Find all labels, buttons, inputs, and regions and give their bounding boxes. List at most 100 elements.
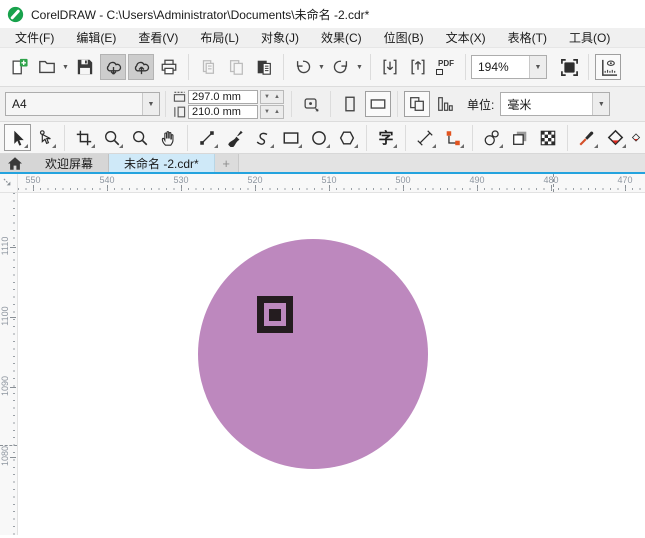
connector-tool[interactable]: [440, 124, 467, 151]
menu-tools[interactable]: 工具(O): [558, 28, 621, 48]
auto-fit-page-button[interactable]: [298, 91, 324, 117]
vruler-label: 1090: [0, 375, 10, 397]
portrait-orientation-button[interactable]: [337, 91, 363, 117]
current-page-button[interactable]: [432, 91, 458, 117]
eyedropper-icon: [579, 130, 594, 146]
circle-shape[interactable]: [198, 239, 428, 469]
page-size-dropdown-arrow[interactable]: ▼: [142, 93, 159, 115]
zoom-out-tool[interactable]: [127, 124, 154, 151]
menu-edit[interactable]: 编辑(E): [65, 28, 127, 48]
dimension-line-icon: [417, 129, 433, 146]
rectangle-tool[interactable]: [278, 124, 305, 151]
import-button[interactable]: [377, 54, 403, 80]
full-screen-preview-button[interactable]: [556, 54, 582, 80]
interactive-fill-tool[interactable]: [602, 124, 629, 151]
hand-icon: [161, 130, 174, 146]
publish-to-pdf-button[interactable]: PDF: [433, 54, 459, 80]
propbar-separator: [397, 91, 398, 117]
redo-button[interactable]: [328, 54, 354, 80]
hruler-label: 500: [395, 175, 411, 185]
zoom-dropdown-arrow[interactable]: ▼: [529, 56, 546, 78]
hruler-label: 480: [543, 175, 559, 185]
smart-fill-tool[interactable]: [630, 124, 642, 151]
ruler-origin-icon: [3, 178, 11, 186]
blend-tool[interactable]: [479, 124, 506, 151]
toolbox-separator: [366, 124, 367, 151]
polygon-tool[interactable]: [334, 124, 361, 151]
menu-table[interactable]: 表格(T): [497, 28, 558, 48]
cloud-download-button[interactable]: [100, 54, 126, 80]
drop-shadow-tool[interactable]: [507, 124, 534, 151]
save-icon: [77, 59, 93, 75]
drawing-canvas[interactable]: [18, 193, 645, 535]
units-combobox[interactable]: 毫米 ▼: [500, 92, 611, 116]
undo-button[interactable]: [290, 54, 316, 80]
landscape-orientation-button[interactable]: [365, 91, 391, 117]
page-height-spinner[interactable]: ▼ ▲: [260, 104, 284, 119]
transparency-tool[interactable]: [535, 124, 562, 151]
blend-circles-icon: [484, 129, 499, 145]
zoom-tool[interactable]: [99, 124, 126, 151]
export-button[interactable]: [405, 54, 431, 80]
page-height-field[interactable]: 210.0 mm: [188, 104, 258, 119]
menu-object[interactable]: 对象(J): [250, 28, 310, 48]
pick-tool[interactable]: [3, 124, 31, 151]
home-tab-button[interactable]: [0, 154, 30, 172]
undo-icon: [296, 60, 311, 74]
artistic-media-tool[interactable]: [222, 124, 249, 151]
dimension-tool[interactable]: [412, 124, 439, 151]
page-height-icon: [174, 106, 186, 117]
ruler-origin-corner[interactable]: [0, 174, 18, 193]
paste-button[interactable]: [251, 54, 277, 80]
vertical-ruler[interactable]: 1110 1100 1090 1080: [0, 193, 18, 535]
app-icon[interactable]: [7, 6, 24, 23]
pan-tool[interactable]: [155, 124, 182, 151]
page-width-icon: [173, 91, 186, 102]
print-button[interactable]: [156, 54, 182, 80]
crop-icon: [76, 130, 92, 145]
crop-tool[interactable]: [71, 124, 98, 151]
freehand-line-icon: [200, 130, 214, 145]
freehand-tool[interactable]: [194, 124, 221, 151]
open-button[interactable]: [34, 54, 60, 80]
redo-dropdown-arrow[interactable]: ▼: [355, 64, 364, 71]
shape-tool[interactable]: [32, 124, 59, 151]
framed-square-symbol[interactable]: [257, 296, 293, 333]
open-dropdown-arrow[interactable]: ▼: [61, 64, 70, 71]
home-icon: [8, 156, 22, 170]
menu-text[interactable]: 文本(X): [435, 28, 497, 48]
page-size-combobox[interactable]: A4 ▼: [5, 92, 160, 116]
cloud-upload-button[interactable]: [128, 54, 154, 80]
new-document-button[interactable]: [6, 54, 32, 80]
units-dropdown-arrow[interactable]: ▼: [592, 93, 610, 115]
curve-tool[interactable]: [250, 124, 277, 151]
menu-bitmaps[interactable]: 位图(B): [373, 28, 435, 48]
export-icon: [411, 59, 425, 75]
vruler-label: 1110: [0, 236, 10, 256]
tab-document[interactable]: 未命名 -2.cdr*: [109, 154, 215, 172]
undo-dropdown-arrow[interactable]: ▼: [317, 64, 326, 71]
standard-toolbar: ▼ ▼ ▼ PDF 194% ▼: [0, 48, 645, 87]
menu-effects[interactable]: 效果(C): [310, 28, 373, 48]
show-rulers-button[interactable]: [595, 54, 621, 80]
ellipse-tool[interactable]: [306, 124, 333, 151]
copy-button[interactable]: [223, 54, 249, 80]
paste-icon: [257, 60, 271, 75]
menu-file[interactable]: 文件(F): [4, 28, 65, 48]
page-width-field[interactable]: 297.0 mm: [188, 89, 258, 104]
hruler-label: 520: [247, 175, 263, 185]
all-pages-button[interactable]: [404, 91, 430, 117]
hruler-label: 550: [25, 175, 41, 185]
new-tab-button[interactable]: +: [214, 154, 239, 172]
cut-button[interactable]: [195, 54, 221, 80]
tab-welcome-screen[interactable]: 欢迎屏幕: [30, 154, 110, 172]
save-button[interactable]: [72, 54, 98, 80]
pick-cursor-icon: [14, 130, 24, 146]
horizontal-ruler[interactable]: 550 540 530 520 510 500 490 480 470: [18, 174, 645, 193]
menu-view[interactable]: 查看(V): [127, 28, 189, 48]
page-width-spinner[interactable]: ▼ ▲: [260, 89, 284, 104]
menu-layout[interactable]: 布局(L): [189, 28, 250, 48]
zoom-level-combobox[interactable]: 194% ▼: [471, 55, 547, 79]
text-tool[interactable]: 字: [373, 124, 400, 151]
color-eyedropper-tool[interactable]: [574, 124, 601, 151]
